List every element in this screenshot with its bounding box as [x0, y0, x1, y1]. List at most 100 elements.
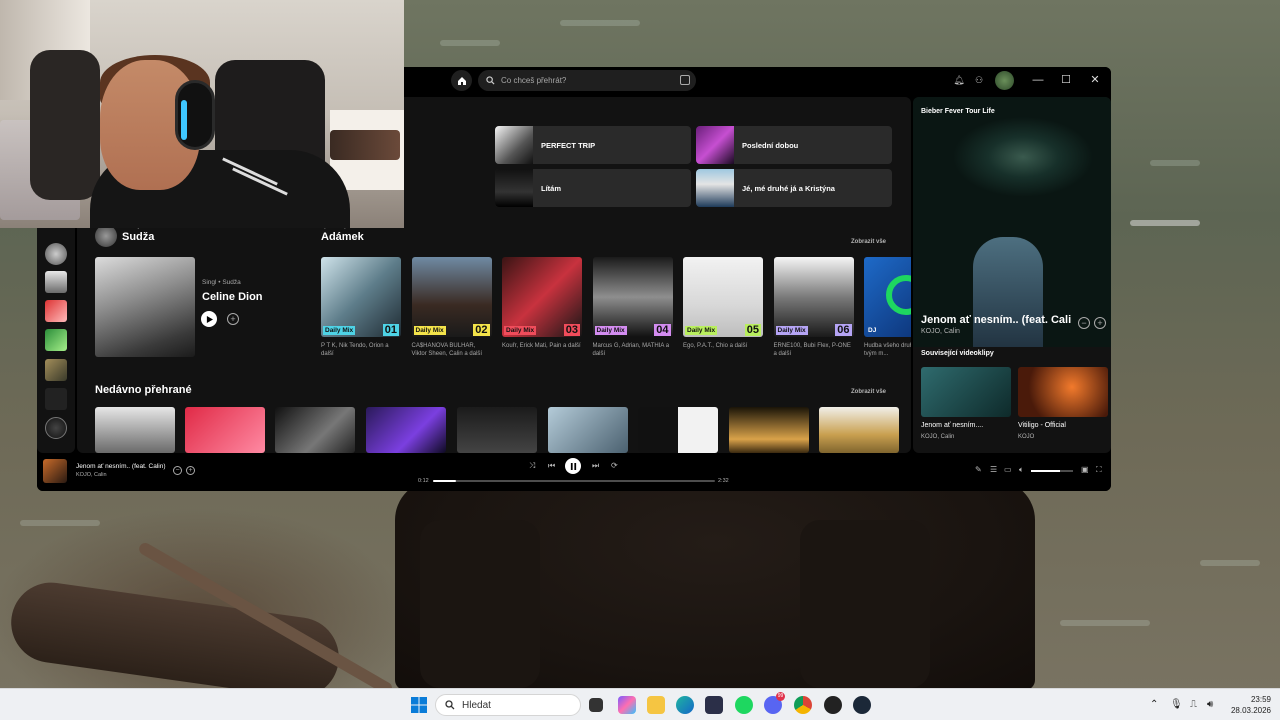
related-video-1-title[interactable]: Jenom ať nesním.... [921, 422, 983, 429]
now-playing-video[interactable] [913, 97, 1111, 347]
windows-start-icon[interactable] [411, 697, 427, 713]
store-icon[interactable] [705, 696, 723, 714]
artist-avatar[interactable] [95, 225, 117, 247]
home-button[interactable] [451, 70, 472, 91]
panel-minus-button[interactable]: − [1078, 317, 1090, 329]
volume-icon[interactable]: 🔈︎ [1019, 465, 1024, 475]
made-for-title[interactable]: Adámek [321, 231, 364, 243]
show-all-recent[interactable]: Zobrazit vše [851, 389, 886, 395]
search-input[interactable] [501, 76, 651, 85]
maximize-button[interactable]: ☐ [1058, 72, 1074, 88]
dj-ring-icon [886, 275, 911, 315]
library-item[interactable] [45, 300, 67, 322]
library-item[interactable] [45, 271, 67, 293]
daily-mix-number: 01 [382, 324, 399, 336]
related-video-1[interactable] [921, 367, 1011, 417]
recent-item[interactable] [819, 407, 899, 453]
minimize-button[interactable]: — [1030, 72, 1046, 88]
devices-icon[interactable]: ▭ [1004, 465, 1012, 474]
release-title[interactable]: Celine Dion [202, 291, 263, 303]
library-item[interactable] [45, 243, 67, 265]
edge-icon[interactable] [676, 696, 694, 714]
steam-icon[interactable] [853, 696, 871, 714]
player-add-button[interactable]: + [186, 466, 195, 475]
recent-item[interactable] [729, 407, 809, 453]
search-bar[interactable] [478, 70, 696, 91]
library-item[interactable] [45, 359, 67, 381]
chrome-icon[interactable] [794, 696, 812, 714]
tray-overflow-icon[interactable]: ⌃ [1150, 699, 1158, 710]
recent-title[interactable]: Nedávno přehrané [95, 384, 192, 396]
recent-item[interactable] [638, 407, 718, 453]
daily-mix-card[interactable]: DJ [864, 257, 911, 337]
related-videos-title: Související videoklipy [921, 350, 994, 357]
quick-card-perfect-trip[interactable]: PERFECT TRIP [495, 126, 691, 164]
taskbar-search[interactable]: Hledat [435, 694, 581, 716]
daily-mix-card[interactable]: Daily Mix 04 [592, 257, 673, 337]
close-button[interactable]: ✕ [1087, 72, 1103, 88]
quick-card-je-me-druhe-ja[interactable]: Jé, mé druhé já a Kristýna [696, 169, 892, 207]
previous-icon[interactable]: ⏮︎ [548, 461, 555, 471]
release-play-button[interactable] [201, 311, 217, 327]
clock[interactable]: 23:59 28.03.2026 [1231, 694, 1271, 716]
repeat-icon[interactable]: ⟳ [611, 461, 618, 470]
library-item[interactable] [45, 329, 67, 351]
panel-song-title[interactable]: Jenom ať nesním.. (feat. Calin) [921, 314, 1071, 326]
copilot-icon[interactable] [618, 696, 636, 714]
show-all-made-for[interactable]: Zobrazit vše [851, 239, 886, 245]
daily-mix-card[interactable]: Daily Mix 06 [773, 257, 854, 337]
app-icon[interactable] [824, 696, 842, 714]
user-avatar[interactable] [995, 71, 1014, 90]
library-item[interactable] [45, 388, 67, 410]
daily-mix-card[interactable]: Daily Mix 03 [502, 257, 582, 337]
miniplayer-icon[interactable]: ▣ [1081, 465, 1089, 474]
recent-item[interactable] [457, 407, 537, 453]
player-minus-button[interactable]: − [173, 466, 182, 475]
panel-add-button[interactable]: + [1094, 317, 1106, 329]
related-video-2-title[interactable]: Vitiligo - Official [1018, 422, 1066, 429]
quick-card-litam[interactable]: Lítám [495, 169, 691, 207]
recent-item[interactable] [366, 407, 446, 453]
daily-mix-description: Hudba všeho druhu vybraná tvým m... [864, 343, 911, 357]
file-explorer-icon[interactable] [647, 696, 665, 714]
quick-card-posledni-dobou[interactable]: Poslední dobou [696, 126, 892, 164]
network-icon[interactable]: ⎍ [1190, 699, 1197, 710]
bell-icon[interactable]: 🔔︎ [953, 74, 965, 86]
related-video-2[interactable] [1018, 367, 1108, 417]
task-view-icon[interactable] [589, 698, 603, 712]
now-playing-cover[interactable] [43, 459, 67, 483]
recent-item[interactable] [548, 407, 628, 453]
release-add-button[interactable]: + [227, 313, 239, 325]
daily-mix-number: 02 [473, 324, 490, 336]
panel-song-artist[interactable]: KOJO, Calin [921, 328, 960, 335]
speaker-icon[interactable]: 🔊︎ [1207, 699, 1213, 710]
recent-item[interactable] [95, 407, 175, 453]
next-icon[interactable]: ⏭︎ [592, 461, 599, 471]
daily-mix-card[interactable]: Daily Mix 05 [683, 257, 763, 337]
recent-item[interactable] [185, 407, 265, 453]
progress-bar[interactable] [433, 480, 715, 482]
spotify-icon[interactable] [735, 696, 753, 714]
pause-button[interactable] [565, 458, 581, 474]
browse-icon[interactable] [680, 75, 690, 85]
related-video-2-artist: KOJO [1018, 434, 1035, 440]
daily-mix-badge: Daily Mix [413, 326, 446, 335]
now-playing-artist[interactable]: KOJO, Calin [76, 472, 107, 478]
library-item[interactable] [45, 417, 67, 439]
lyrics-icon[interactable]: ✎ [975, 465, 982, 474]
microphone-icon[interactable]: 🎙︎ [1170, 699, 1183, 710]
volume-slider[interactable] [1031, 470, 1073, 472]
release-cover[interactable] [95, 257, 195, 357]
shuffle-icon[interactable]: ⤨ [529, 461, 535, 471]
player-bar: Jenom ať nesním.. (feat. Calin) KOJO, Ca… [37, 455, 1111, 491]
queue-icon[interactable]: ☰ [990, 465, 997, 474]
recent-item[interactable] [275, 407, 355, 453]
daily-mix-card[interactable]: Daily Mix 01 [321, 257, 401, 337]
daily-mix-description: Ego, P.A.T., Chio a další [683, 343, 748, 349]
friends-icon[interactable]: ⚇ [973, 74, 985, 86]
panel-playlist-title[interactable]: Bieber Fever Tour Life [921, 108, 995, 115]
artist-name[interactable]: Sudža [122, 231, 154, 243]
daily-mix-card[interactable]: Daily Mix 02 [411, 257, 492, 337]
fullscreen-icon[interactable]: ⛶ [1096, 465, 1102, 475]
now-playing-title[interactable]: Jenom ať nesním.. (feat. Calin) [76, 463, 166, 470]
